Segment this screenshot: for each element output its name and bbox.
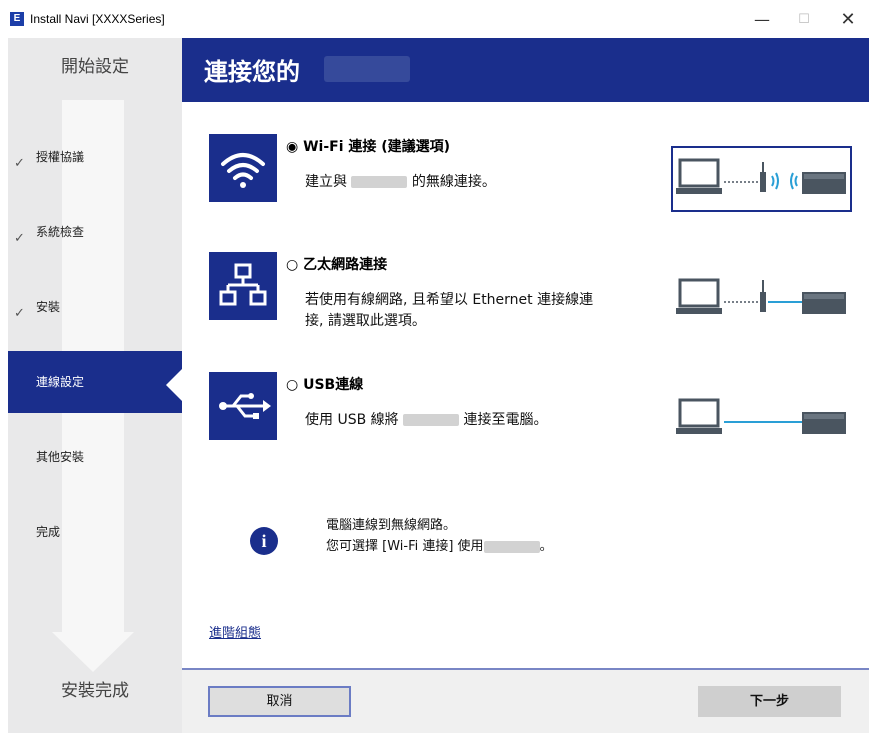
window-title: Install Navi [XXXXSeries] (30, 12, 165, 26)
info-line: 您可選擇 [Wi-Fi 連接] 使用 。 (326, 536, 553, 557)
info-icon: i (250, 527, 278, 555)
redacted-product-name (483, 540, 540, 553)
sidebar-step-install: ✓ 安裝 (8, 276, 182, 338)
redacted-product-name (351, 176, 408, 188)
sidebar-start-title: 開始設定 (61, 57, 129, 77)
usb-option-description: 使用 USB 線將 連接至電腦。 (305, 410, 548, 431)
app-icon: E (10, 12, 24, 26)
radio-unselected-icon[interactable]: ○ (286, 257, 298, 273)
info-line: 電腦連線到無線網路。 (326, 518, 457, 533)
usb-connection-illustration (676, 398, 846, 434)
check-icon: ✓ (14, 306, 25, 321)
maximize-button[interactable]: ☐ (784, 6, 824, 34)
cancel-button[interactable]: 取消 (208, 686, 351, 717)
step-sidebar: 開始設定 ✓ 授權協議 ✓ 系統檢查 ✓ 安裝 連線設定 其他安裝 完成 安裝完… (8, 38, 182, 733)
sidebar-step-system-check: ✓ 系統檢查 (8, 201, 182, 263)
desc-text: 使用 USB 線將 (305, 412, 399, 428)
step-label: 連線設定 (36, 375, 85, 389)
usb-option-radio[interactable]: ○ USB連線 (286, 374, 363, 394)
sidebar-step-license: ✓ 授權協議 (8, 126, 182, 188)
ethernet-option-description: 若使用有線網路, 且希望以 Ethernet 連接線連 接, 請選取此選項。 (305, 290, 593, 332)
usb-icon[interactable] (209, 372, 277, 440)
radio-selected-icon[interactable]: ◉ (286, 139, 298, 155)
sidebar-step-other-install: 其他安裝 (8, 426, 182, 488)
usb-option-title: USB連線 (303, 377, 364, 393)
close-button[interactable]: ✕ (828, 6, 868, 34)
advanced-config-link[interactable]: 進階組態 (209, 622, 261, 641)
wifi-icon[interactable] (209, 134, 277, 202)
ethernet-connection-illustration (676, 278, 846, 314)
redacted-product-name (324, 56, 410, 82)
page-header: 連接您的 (182, 38, 869, 102)
desc-line: 接, 請選取此選項。 (305, 313, 426, 329)
desc-text: 的無線連接。 (411, 174, 496, 190)
page-title: 連接您的 (204, 58, 300, 86)
info-text: 。 (539, 539, 553, 554)
redacted-product-name (403, 414, 460, 426)
wifi-option-title: Wi-Fi 連接 (建議選項) (303, 139, 451, 155)
step-label: 系統檢查 (36, 225, 85, 239)
radio-unselected-icon[interactable]: ○ (286, 377, 298, 393)
info-text: 您可選擇 [Wi-Fi 連接] 使用 (326, 539, 484, 554)
check-icon: ✓ (14, 231, 25, 246)
step-label: 完成 (36, 525, 61, 539)
wifi-option-radio[interactable]: ◉ Wi-Fi 連接 (建議選項) (286, 136, 450, 156)
minimize-button[interactable]: — (742, 6, 782, 34)
sidebar-step-finish: 完成 (8, 501, 182, 563)
active-step-marker (166, 369, 182, 401)
progress-arrow-head (52, 632, 134, 672)
desc-text: 建立與 (305, 174, 347, 190)
step-label: 授權協議 (36, 150, 85, 164)
ethernet-option-title: 乙太網路連接 (303, 257, 388, 273)
next-button[interactable]: 下一步 (698, 686, 841, 717)
network-icon[interactable] (209, 252, 277, 320)
sidebar-step-connection: 連線設定 (8, 351, 182, 413)
sidebar-complete-title: 安裝完成 (61, 681, 129, 701)
step-label: 安裝 (36, 300, 61, 314)
step-label: 其他安裝 (36, 450, 85, 464)
ethernet-option-radio[interactable]: ○ 乙太網路連接 (286, 254, 387, 274)
title-bar: E Install Navi [XXXXSeries] — ☐ ✕ (0, 0, 869, 38)
desc-text: 連接至電腦。 (463, 412, 548, 428)
info-message: 電腦連線到無線網路。 您可選擇 [Wi-Fi 連接] 使用 。 (326, 515, 553, 557)
desc-line: 若使用有線網路, 且希望以 Ethernet 連接線連 (305, 292, 594, 308)
wifi-option-description: 建立與 的無線連接。 (305, 172, 496, 193)
check-icon: ✓ (14, 156, 25, 171)
wifi-connection-illustration (676, 158, 846, 194)
